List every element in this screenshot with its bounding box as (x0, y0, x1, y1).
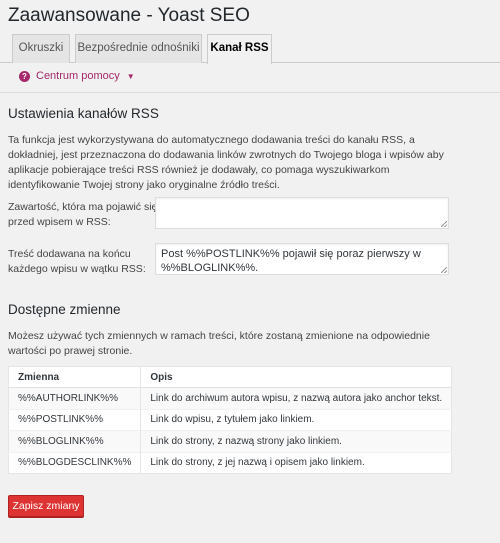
save-changes-button[interactable]: Zapisz zmiany (8, 495, 84, 517)
question-circle-icon: ? (19, 70, 30, 82)
rss-settings-heading: Ustawienia kanałów RSS (8, 106, 159, 121)
help-center-toggle[interactable]: ? Centrum pomocy ▼ (19, 69, 135, 83)
variable-description: Link do strony, z nazwą strony jako link… (140, 430, 452, 452)
tab-permalinks[interactable]: Bezpośrednie odnośniki (75, 34, 202, 63)
table-row: %%POSTLINK%% Link do wpisu, z tytułem ja… (8, 408, 452, 431)
column-header-description: Opis (140, 366, 452, 388)
variables-table: Zmienna Opis %%AUTHORLINK%% Link do arch… (8, 366, 453, 474)
column-header-variable: Zmienna (8, 366, 142, 388)
page-title: Zaawansowane - Yoast SEO (8, 5, 250, 26)
table-row: %%BLOGLINK%% Link do strony, z nazwą str… (8, 430, 452, 452)
variable-description: Link do strony, z jej nazwą i opisem jak… (140, 451, 452, 474)
tab-breadcrumbs[interactable]: Okruszki (12, 34, 70, 63)
variable-name: %%BLOGDESCLINK%% (8, 451, 142, 474)
rss-settings-description: Ta funkcja jest wykorzystywana do automa… (8, 134, 444, 191)
variable-description: Link do wpisu, z tytułem jako linkiem. (140, 408, 452, 431)
variables-description: Możesz używać tych zmiennych w ramach tr… (8, 330, 430, 357)
variable-description: Link do archiwum autora wpisu, z nazwą a… (140, 387, 452, 409)
caret-down-icon: ▼ (126, 71, 135, 81)
rss-before-textarea[interactable] (155, 197, 449, 229)
table-header-row: Zmienna Opis (8, 366, 452, 388)
table-row: %%BLOGDESCLINK%% Link do strony, z jej n… (8, 451, 452, 474)
rss-before-label: Zawartość, która ma pojawić się przed wp… (8, 201, 158, 228)
resize-handle-icon[interactable] (441, 221, 447, 227)
variable-name: %%BLOGLINK%% (8, 430, 142, 452)
variables-heading: Dostępne zmienne (8, 302, 121, 317)
divider (0, 92, 500, 93)
rss-after-label: Treść dodawana na końcu każdego wpisu w … (8, 248, 146, 275)
tab-rss[interactable]: Kanał RSS (207, 34, 272, 64)
tab-bar: Okruszki Bezpośrednie odnośniki Kanał RS… (0, 34, 500, 64)
table-row: %%AUTHORLINK%% Link do archiwum autora w… (8, 387, 452, 409)
variable-name: %%POSTLINK%% (8, 408, 142, 431)
rss-after-textarea[interactable] (155, 243, 449, 275)
resize-handle-icon[interactable] (441, 267, 447, 273)
help-center-label: Centrum pomocy (36, 70, 120, 82)
variable-name: %%AUTHORLINK%% (8, 387, 142, 409)
